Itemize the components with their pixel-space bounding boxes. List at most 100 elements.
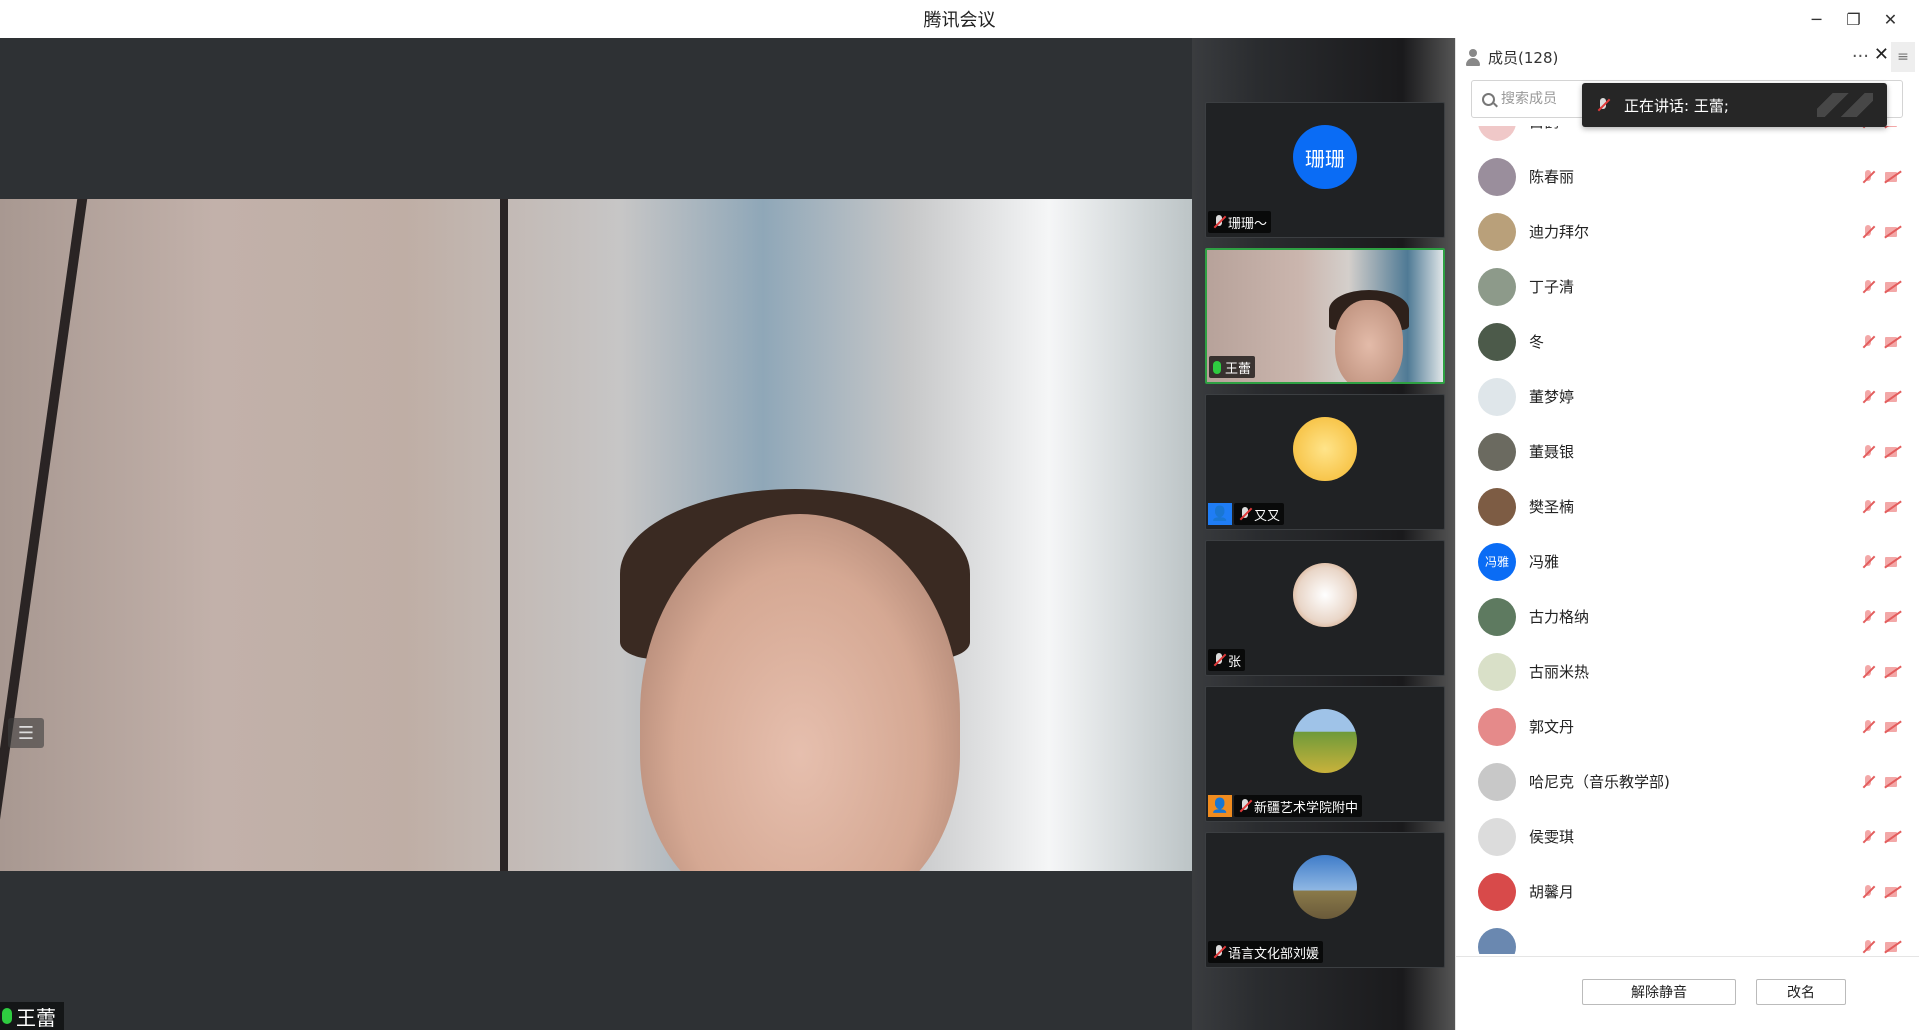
title-bar: 腾讯会议 ─ ❐ ✕ — [0, 0, 1919, 38]
camera-off-icon[interactable] — [1885, 611, 1903, 623]
camera-off-icon[interactable] — [1885, 721, 1903, 733]
member-item[interactable]: 丁子清 — [1456, 259, 1919, 314]
camera-off-icon[interactable] — [1885, 556, 1903, 568]
member-item[interactable]: 迪力拜尔 — [1456, 204, 1919, 259]
member-item[interactable]: 郭文丹 — [1456, 699, 1919, 754]
mic-muted-icon[interactable] — [1861, 279, 1875, 294]
side-menu-icon[interactable]: ≡ — [1891, 42, 1915, 72]
video-tile[interactable]: 👤 又又 — [1205, 394, 1445, 530]
member-item[interactable] — [1456, 919, 1919, 954]
unmute-all-button[interactable]: 解除静音 — [1582, 979, 1736, 1005]
tile-name: 又又 — [1254, 508, 1281, 524]
list-toggle-icon[interactable]: ☰ — [8, 718, 44, 748]
video-tile-strip: 珊珊 珊珊～ 王蕾 👤 又又 张 👤 新疆艺术学院附中 语言文化部刘媛 — [1192, 38, 1455, 1030]
camera-off-icon[interactable] — [1885, 666, 1903, 678]
person-icon — [1464, 48, 1482, 66]
avatar — [1478, 432, 1516, 471]
tile-label: 语言文化部刘媛 — [1208, 941, 1324, 963]
minimize-button[interactable]: ─ — [1798, 0, 1835, 38]
mic-muted-icon[interactable] — [1861, 499, 1875, 514]
video-detail — [500, 199, 508, 871]
member-name: 白鹤 — [1529, 126, 1559, 132]
mic-muted-icon — [1212, 215, 1226, 229]
camera-off-icon[interactable] — [1885, 391, 1903, 403]
mic-muted-icon[interactable] — [1861, 939, 1875, 954]
mic-muted-icon[interactable] — [1861, 554, 1875, 569]
camera-off-icon[interactable] — [1885, 446, 1903, 458]
video-tile[interactable]: 👤 新疆艺术学院附中 — [1205, 686, 1445, 822]
avatar: 冯雅 — [1478, 542, 1516, 581]
camera-off-icon[interactable] — [1885, 831, 1903, 843]
mic-muted-icon[interactable] — [1861, 334, 1875, 349]
window-title: 腾讯会议 — [923, 10, 996, 31]
close-button[interactable]: ✕ — [1872, 0, 1909, 38]
member-item[interactable]: 陈春丽 — [1456, 149, 1919, 204]
member-name: 董梦婷 — [1529, 388, 1575, 406]
camera-off-icon[interactable] — [1885, 281, 1903, 293]
avatar — [1478, 817, 1516, 856]
camera-off-icon[interactable] — [1885, 126, 1903, 128]
mic-muted-icon[interactable] — [1861, 169, 1875, 184]
camera-off-icon[interactable] — [1885, 336, 1903, 348]
mic-muted-icon — [1212, 945, 1226, 959]
members-panel: 成员(128) ··· ✕ ≡ 白鹤 陈春丽 迪力拜尔 丁子清 — [1455, 38, 1919, 1030]
member-item[interactable]: 侯雯琪 — [1456, 809, 1919, 864]
avatar — [1478, 322, 1516, 361]
avatar — [1478, 762, 1516, 801]
rename-button[interactable]: 改名 — [1756, 979, 1846, 1005]
avatar — [1293, 563, 1357, 627]
search-icon — [1482, 92, 1495, 106]
video-tile[interactable]: 珊珊 珊珊～ — [1205, 102, 1445, 238]
member-item[interactable]: 胡馨月 — [1456, 864, 1919, 919]
window-controls: ─ ❐ ✕ — [1798, 0, 1909, 38]
mic-muted-icon — [1596, 98, 1610, 112]
member-item[interactable]: 冬 — [1456, 314, 1919, 369]
member-item[interactable]: 董聂银 — [1456, 424, 1919, 479]
mic-muted-icon[interactable] — [1861, 774, 1875, 789]
video-tile-active[interactable]: 王蕾 — [1205, 248, 1445, 384]
tile-label: 新疆艺术学院附中 — [1234, 795, 1363, 817]
mic-muted-icon[interactable] — [1861, 224, 1875, 239]
tile-name: 珊珊～ — [1228, 216, 1268, 232]
member-item[interactable]: 古丽米热 — [1456, 644, 1919, 699]
more-options-icon[interactable]: ··· — [1852, 46, 1869, 67]
video-tile[interactable]: 张 — [1205, 540, 1445, 676]
video-detail — [1335, 300, 1403, 382]
camera-off-icon[interactable] — [1885, 776, 1903, 788]
avatar — [1478, 267, 1516, 306]
camera-off-icon[interactable] — [1885, 226, 1903, 238]
member-name: 哈尼克（音乐教学部) — [1529, 773, 1670, 791]
camera-off-icon[interactable] — [1885, 501, 1903, 513]
member-item[interactable]: 冯雅 冯雅 — [1456, 534, 1919, 589]
mic-muted-icon[interactable] — [1861, 444, 1875, 459]
mic-on-icon — [1213, 360, 1221, 374]
mic-muted-icon[interactable] — [1861, 389, 1875, 404]
camera-off-icon[interactable] — [1885, 171, 1903, 183]
mic-muted-icon — [1238, 507, 1252, 521]
camera-off-icon[interactable] — [1885, 941, 1903, 953]
member-name: 冬 — [1529, 333, 1545, 351]
member-item[interactable]: 白鹤 — [1456, 126, 1919, 149]
camera-off-icon[interactable] — [1885, 886, 1903, 898]
main-speaker-tag: 王蕾 — [0, 1002, 64, 1030]
mic-muted-icon[interactable] — [1861, 829, 1875, 844]
audio-wave-icon — [1817, 93, 1873, 117]
avatar — [1293, 709, 1357, 773]
member-item[interactable]: 哈尼克（音乐教学部) — [1456, 754, 1919, 809]
mic-muted-icon[interactable] — [1861, 719, 1875, 734]
avatar — [1478, 487, 1516, 526]
member-item[interactable]: 古力格纳 — [1456, 589, 1919, 644]
members-panel-footer: 解除静音 改名 — [1456, 956, 1919, 1030]
restore-button[interactable]: ❐ — [1835, 0, 1872, 38]
video-tile[interactable]: 语言文化部刘媛 — [1205, 832, 1445, 968]
close-panel-button[interactable]: ✕ — [1874, 44, 1889, 65]
mic-muted-icon[interactable] — [1861, 664, 1875, 679]
member-item[interactable]: 董梦婷 — [1456, 369, 1919, 424]
member-list[interactable]: 白鹤 陈春丽 迪力拜尔 丁子清 冬 — [1456, 126, 1919, 954]
mic-muted-icon[interactable] — [1861, 884, 1875, 899]
member-item[interactable]: 樊圣楠 — [1456, 479, 1919, 534]
main-video-area[interactable]: ☰ 王蕾 — [0, 38, 1192, 1030]
tile-name: 张 — [1228, 654, 1242, 670]
mic-muted-icon[interactable] — [1861, 609, 1875, 624]
member-name: 侯雯琪 — [1529, 828, 1575, 846]
